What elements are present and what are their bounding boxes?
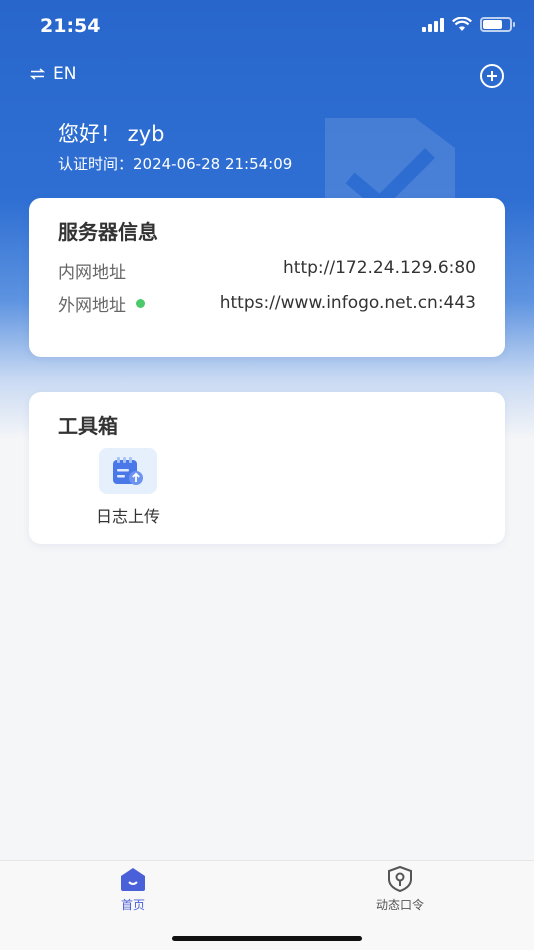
connection-status-dot [136, 299, 145, 308]
server-info-card: 服务器信息 内网地址 http://172.24.129.6:80 外网地址 h… [29, 198, 505, 357]
toolbox-title: 工具箱 [58, 414, 118, 438]
home-icon [121, 868, 145, 891]
external-address-value: https://www.infogo.net.cn:443 [219, 293, 476, 313]
greeting-text: 您好！ zyb [58, 122, 165, 146]
tab-home-label: 首页 [120, 898, 145, 912]
log-upload-tool[interactable]: 日志上传 [89, 448, 167, 527]
status-bar: 21:54 [0, 0, 534, 52]
tab-dynamic-password-label: 动态口令 [375, 898, 424, 912]
internal-address-label: 内网地址 [58, 263, 126, 283]
shield-key-icon [388, 865, 412, 893]
external-address-label: 外网地址 [58, 296, 126, 316]
server-info-title: 服务器信息 [58, 220, 158, 244]
toolbox-card: 工具箱 日志上传 [29, 392, 505, 544]
status-time: 21:54 [40, 15, 101, 37]
tab-home[interactable]: 首页 [93, 865, 173, 913]
language-toggle[interactable]: EN [30, 64, 76, 84]
log-upload-icon [99, 448, 157, 494]
signal-icon [422, 17, 444, 32]
home-indicator [172, 936, 362, 941]
language-label: EN [53, 64, 77, 84]
status-icons [422, 17, 515, 32]
log-upload-label: 日志上传 [95, 507, 160, 526]
wifi-icon [452, 17, 472, 31]
external-address-label-row: 外网地址 [58, 291, 145, 316]
battery-icon [480, 17, 515, 32]
swap-arrows-icon [30, 68, 45, 80]
tab-dynamic-password[interactable]: 动态口令 [360, 865, 440, 913]
add-plus-button[interactable] [480, 64, 504, 88]
auth-time-text: 认证时间：2024-06-28 21:54:09 [58, 155, 293, 173]
internal-address-value: http://172.24.129.6:80 [283, 258, 476, 278]
